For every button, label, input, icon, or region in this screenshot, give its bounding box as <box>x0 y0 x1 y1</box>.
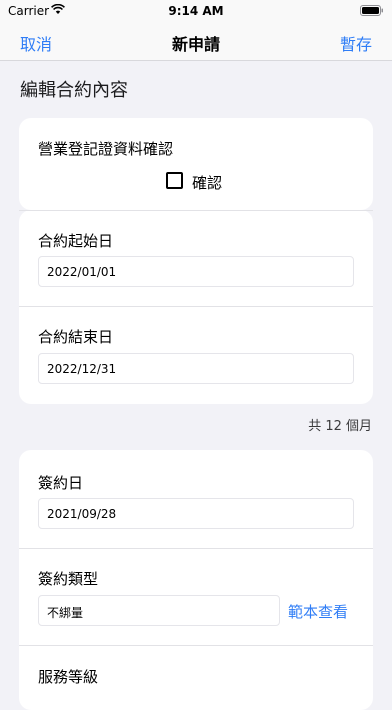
page-title: 新申請 <box>171 35 220 54</box>
card-divider <box>19 306 373 307</box>
save-draft-button[interactable]: 暫存 <box>340 31 372 55</box>
contract-duration-text: 共 12 個月 <box>308 419 372 434</box>
battery-icon <box>360 5 383 16</box>
section-title: 編輯合約內容 <box>20 80 128 101</box>
sign-type-input[interactable]: 不綁量 <box>38 595 280 626</box>
end-date-label: 合約結束日 <box>38 328 114 346</box>
confirm-checkbox-label[interactable]: 確認 <box>192 172 222 193</box>
start-date-input[interactable]: 2022/01/01 <box>38 256 354 287</box>
sign-date-input[interactable]: 2021/09/28 <box>38 498 354 529</box>
start-date-label: 合約起始日 <box>38 232 114 250</box>
business-confirm-label: 營業登記證資料確認 <box>38 140 174 158</box>
navigation-bar: 取消 新申請 暫存 <box>0 22 392 61</box>
business-confirm-card <box>19 118 373 210</box>
end-date-input[interactable]: 2022/12/31 <box>38 353 354 384</box>
status-bar: Carrier 9:14 AM <box>0 0 392 22</box>
clock-time: 9:14 AM <box>168 4 224 18</box>
card-divider <box>19 548 373 549</box>
sign-type-label: 簽約類型 <box>38 570 99 588</box>
card-divider <box>19 645 373 646</box>
sign-date-label: 簽約日 <box>38 474 84 492</box>
confirm-checkbox[interactable] <box>166 172 183 189</box>
service-level-label: 服務等級 <box>38 668 99 686</box>
card-divider <box>19 210 373 211</box>
view-sample-link[interactable]: 範本查看 <box>288 601 348 622</box>
